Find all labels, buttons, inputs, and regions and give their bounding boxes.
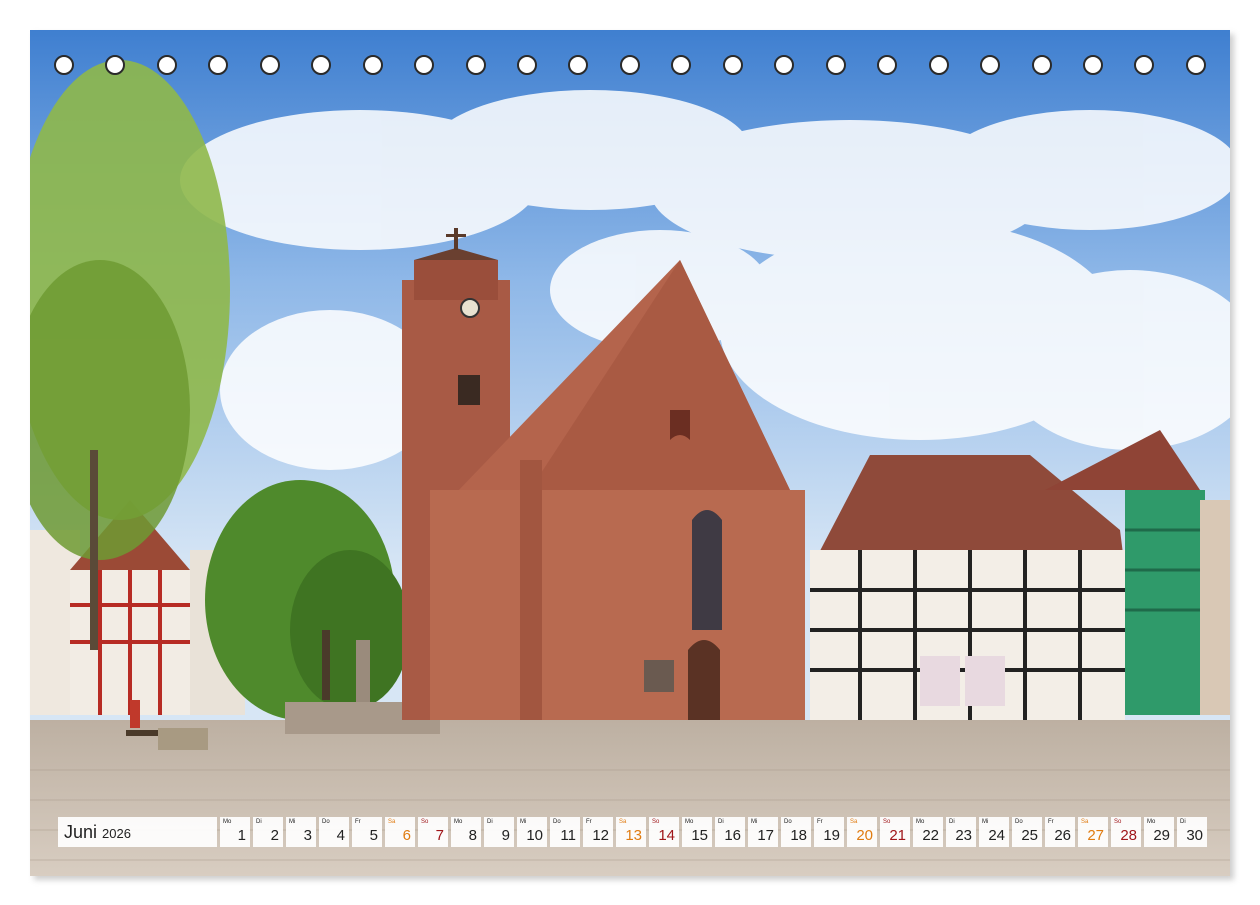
calendar-day: Fr 5 [352,817,382,847]
calendar-day: Mo 15 [682,817,712,847]
day-number: 18 [790,827,807,844]
weekday-abbr: Di [718,819,724,825]
day-number: 12 [592,827,609,844]
day-number: 14 [658,827,675,844]
calendar-sheet [30,30,1230,876]
calendar-day: Sa 6 [385,817,415,847]
weekday-abbr: So [883,819,891,825]
calendar-day: Fr 26 [1045,817,1075,847]
calendar-day: Di 30 [1177,817,1207,847]
weekday-abbr: Sa [619,819,627,825]
day-number: 21 [889,827,906,844]
weekday-abbr: So [421,819,429,825]
weekday-abbr: Do [784,819,792,825]
day-number: 2 [270,827,279,844]
weekday-abbr: Mi [289,819,296,825]
calendar-day: Sa 13 [616,817,646,847]
day-number: 20 [856,827,873,844]
day-number: 13 [625,827,642,844]
weekday-abbr: So [652,819,660,825]
calendar-day: So 14 [649,817,679,847]
day-number: 27 [1087,827,1104,844]
weekday-abbr: Mo [1147,819,1156,825]
calendar-day: So 7 [418,817,448,847]
weekday-abbr: Mi [520,819,527,825]
day-number: 15 [691,827,708,844]
calendar-day: Di 23 [946,817,976,847]
weekday-abbr: Mo [685,819,694,825]
weekday-abbr: Di [1180,819,1186,825]
weekday-abbr: Mo [223,819,232,825]
day-number: 19 [823,827,840,844]
calendar-day: Mi 3 [286,817,316,847]
month-year: 2026 [102,826,131,841]
day-number: 4 [336,827,345,844]
day-number: 6 [402,827,411,844]
calendar-day: Di 2 [253,817,283,847]
weekday-abbr: Fr [1048,819,1054,825]
month-label: Juni 2026 [58,817,217,847]
day-number: 22 [922,827,939,844]
day-number: 10 [526,827,543,844]
calendar-day: Mo 1 [220,817,250,847]
day-number: 3 [303,827,312,844]
weekday-abbr: Mi [751,819,758,825]
calendar-day: Mi 10 [517,817,547,847]
calendar-day: Di 9 [484,817,514,847]
weekday-abbr: Fr [817,819,823,825]
calendar-day: So 21 [880,817,910,847]
weekday-abbr: Do [322,819,330,825]
day-number: 28 [1120,827,1137,844]
weekday-abbr: Di [256,819,262,825]
calendar-day: Mi 17 [748,817,778,847]
weekday-abbr: Di [949,819,955,825]
calendar-day: Do 25 [1012,817,1042,847]
month-name: Juni [64,821,98,842]
calendar-day: Fr 12 [583,817,613,847]
calendar-day: Mi 24 [979,817,1009,847]
town-square-photo [30,30,1230,876]
day-number: 29 [1153,827,1170,844]
calendar-day: Do 4 [319,817,349,847]
day-number: 26 [1054,827,1071,844]
day-number: 5 [369,827,378,844]
calendar-day: Mo 29 [1144,817,1174,847]
weekday-abbr: Do [1015,819,1023,825]
day-number: 30 [1186,827,1203,844]
calendar-day: Do 18 [781,817,811,847]
day-number: 17 [757,827,774,844]
calendar-day: Mo 22 [913,817,943,847]
day-number: 11 [560,827,576,844]
day-number: 1 [237,827,246,844]
calendar-day: Sa 27 [1078,817,1108,847]
weekday-abbr: Sa [388,819,396,825]
calendar-day: Di 16 [715,817,745,847]
weekday-abbr: Mo [454,819,463,825]
day-number: 8 [468,827,477,844]
day-number: 23 [955,827,972,844]
weekday-abbr: Sa [1081,819,1089,825]
weekday-abbr: Mo [916,819,925,825]
weekday-abbr: Di [487,819,493,825]
day-number: 9 [501,827,510,844]
calendar-day: Fr 19 [814,817,844,847]
weekday-abbr: Do [553,819,561,825]
calendar-day: Sa 20 [847,817,877,847]
day-number: 25 [1021,827,1038,844]
weekday-abbr: Mi [982,819,989,825]
weekday-abbr: So [1114,819,1122,825]
weekday-abbr: Fr [355,819,361,825]
weekday-abbr: Fr [586,819,592,825]
day-number: 24 [988,827,1005,844]
day-number: 7 [435,827,444,844]
calendar-strip: Juni 2026 Mo 1 Di 2 Mi 3 Do 4 Fr 5 Sa 6 So 7 Mo 8 Di 9 Mi 1… [58,817,1207,847]
weekday-abbr: Sa [850,819,858,825]
calendar-day: Mo 8 [451,817,481,847]
calendar-day: So 28 [1111,817,1141,847]
calendar-day: Do 11 [550,817,580,847]
day-number: 16 [724,827,741,844]
